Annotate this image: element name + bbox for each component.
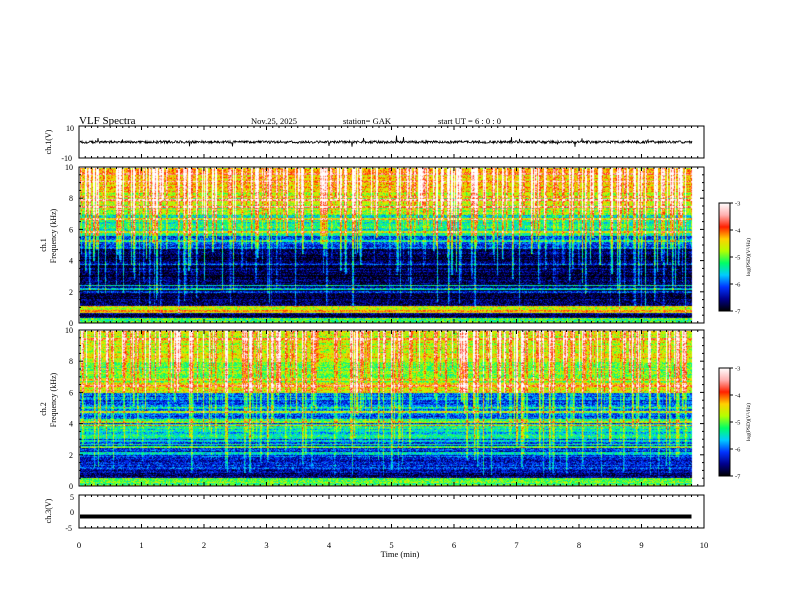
ch1-spectrogram-ytick-label: 4 [69,257,73,266]
ch3-waveform-ylabel: ch.3(V) [44,498,53,523]
date-label: Nov.25, 2025 [251,116,297,126]
time-tick-label: 10 [700,540,709,550]
ch2-spectrogram-panel: 0 2 4 6 8 10 ch.2 Frequency (kHz) -3 -4 -5 -6 -7 … [39,326,752,491]
ch1-spectrogram-panel: 0246810 ch.1 Frequency (kHz) -3-4-5-6-7 … [39,163,752,328]
time-tick-label: 0 [77,540,81,550]
ch1-colorbar-tick-label: -7 [735,309,741,316]
ch1-colorbar-tick-label: -4 [735,228,741,235]
ch2-spectrogram-image [80,331,693,486]
ch2-colorbar-gradient [719,368,730,476]
ch1-colorbar-label: log(PSD)(V²/Hz) [745,238,752,276]
time-tick-label: 1 [139,540,143,550]
ch1-spectrogram-ytick-label: 2 [69,288,73,297]
ch1-spectrogram-ytick-label: 8 [69,194,73,203]
ch3-ytick-bottom: -5 [65,524,72,533]
ch2-colorbar-tick-label: -4 [735,393,741,400]
ch2-colorbar-tick-label: -3 [735,366,740,373]
ch2-spectrogram-ylabel: Frequency (kHz) [49,372,58,427]
ch1-spectrogram-ylabel: Frequency (kHz) [49,208,58,263]
ch1-waveform-panel: 10 -10 ch.1(V) [44,124,705,163]
ch2-spectrogram-ytick-label: 0 [69,482,73,491]
ch1-waveform-trace [79,135,693,147]
time-tick-label: 4 [327,540,332,550]
ch1-spectrogram-ytick-label: 10 [65,163,73,172]
time-tick-label: 6 [452,540,456,550]
ch1-colorbar-tick-label: -3 [735,201,740,208]
ch1-waveform-ylabel: ch.1(V) [44,129,53,154]
ch1-spectrogram-ytick-label: 6 [69,225,73,234]
ch3-waveform-xticks [78,495,705,528]
ch2-spectrogram-ytick-label: 6 [69,388,73,397]
time-tick-label: 9 [639,540,643,550]
ch2-spectrogram-ytick-label: 2 [69,451,73,460]
time-tick-label: 2 [202,540,206,550]
ch1-colorbar-tick-label: -6 [735,282,741,289]
ch1-colorbar-tick-label: -5 [735,255,740,262]
ch2-channel-label: ch.2 [39,402,48,416]
ch1-ytick-top: 10 [66,124,74,133]
ch2-colorbar-tick-label: -7 [735,474,741,481]
vlf-spectra-figure: VLF Spectra Nov.25, 2025 station= GAK st… [39,115,752,559]
ch1-channel-label: ch.1 [39,238,48,252]
station-label: station= GAK [343,116,392,126]
ch2-spectrogram-ytick-label: 8 [69,357,73,366]
ch3-ytick-middle: 0 [70,508,74,517]
ch1-ytick-bottom: -10 [61,154,72,163]
ch2-colorbar-tick-label: -6 [735,447,741,454]
time-tick-label: 3 [264,540,268,550]
start-ut-label: start UT = 6 : 0 : 0 [438,116,501,126]
time-tick-label: 8 [577,540,581,550]
ch3-waveform-trace [80,514,692,519]
ch1-colorbar-ticks: -3 -4 -5 -6 -7 [730,201,741,316]
ch2-spectrogram-ytick-label: 10 [65,326,73,335]
ch2-colorbar-label: log(PSD)(V²/Hz) [745,403,752,441]
ch2-colorbar: -3 -4 -5 -6 -7 log(PSD)(V²/Hz) [718,366,752,481]
time-axis-label: Time (min) [381,549,420,559]
ch2-colorbar-tick-label: -5 [735,420,740,427]
figure-title: VLF Spectra [79,115,136,127]
ch1-colorbar-gradient [719,203,730,311]
ch2-colorbar-ticks: -3 -4 -5 -6 -7 [730,366,741,481]
time-tick-label: 7 [514,540,518,550]
ch1-spectrogram-image [80,168,693,323]
ch3-waveform-panel: 5 0 -5 ch.3(V) [44,493,705,533]
ch3-ytick-top: 5 [70,493,74,502]
ch3-waveform-frame [78,494,705,529]
ch1-colorbar: -3 -4 -5 -6 -7 log(PSD)(V²/Hz) [718,201,752,316]
ch2-spectrogram-ytick-label: 4 [69,420,73,429]
